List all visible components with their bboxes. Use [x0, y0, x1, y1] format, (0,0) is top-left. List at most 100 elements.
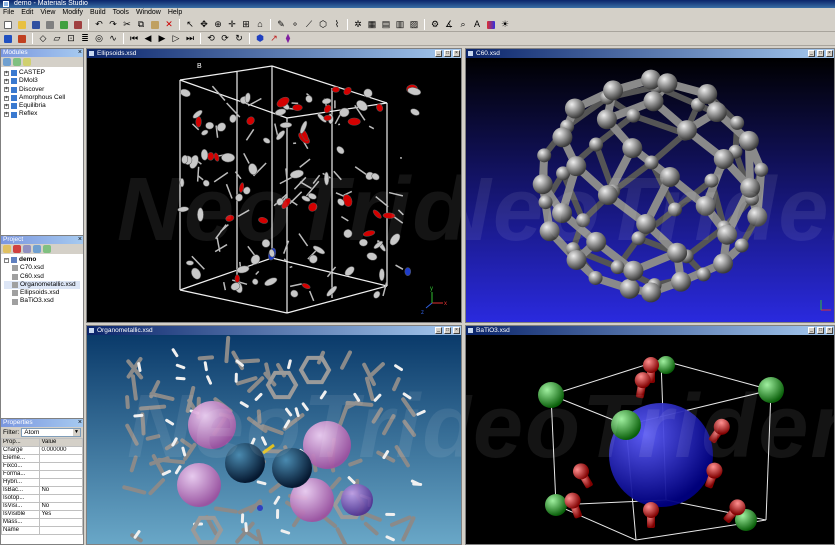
play-icon[interactable]: ▶: [156, 33, 168, 44]
rotate-z-icon[interactable]: ↻: [233, 33, 245, 44]
column-header[interactable]: Value: [39, 438, 83, 447]
help-icon[interactable]: [23, 58, 31, 66]
chart-icon[interactable]: ▨: [408, 19, 420, 30]
reset-view-icon[interactable]: ⌂: [254, 19, 266, 30]
menu-help[interactable]: Help: [168, 8, 182, 18]
project-root[interactable]: − demo: [4, 256, 80, 264]
paste-icon[interactable]: [149, 19, 161, 30]
property-value[interactable]: [39, 470, 83, 479]
minimize-icon[interactable]: _: [808, 50, 815, 57]
menu-file[interactable]: File: [3, 8, 14, 18]
close-icon[interactable]: ×: [78, 236, 82, 244]
translate-icon[interactable]: ✛: [226, 19, 238, 30]
minimize-icon[interactable]: _: [435, 50, 442, 57]
property-row[interactable]: IsVisi... No: [0, 502, 83, 511]
property-row[interactable]: Eleme...: [0, 454, 83, 463]
property-row[interactable]: Name: [0, 526, 83, 535]
delete-icon[interactable]: [13, 245, 21, 253]
property-row[interactable]: IsBac... No: [0, 486, 83, 495]
save-icon[interactable]: [30, 19, 42, 30]
plane-icon[interactable]: ⧫: [282, 33, 294, 44]
zoom-icon[interactable]: ⊕: [212, 19, 224, 30]
copy-icon[interactable]: [23, 245, 31, 253]
rotate-x-icon[interactable]: ⟲: [205, 33, 217, 44]
c60-viewport[interactable]: [466, 58, 835, 323]
build-polymer-icon[interactable]: ∿: [107, 33, 119, 44]
collapse-icon[interactable]: −: [4, 257, 9, 263]
calculate-icon[interactable]: ⚙: [429, 19, 441, 30]
column-header[interactable]: Prop...: [0, 438, 41, 447]
refresh-icon[interactable]: [3, 58, 11, 66]
project-file-ellipsoids[interactable]: Ellipsoids.xsd: [4, 289, 80, 297]
property-value[interactable]: [39, 454, 83, 463]
maximize-icon[interactable]: □: [444, 327, 451, 334]
module-item-castep[interactable]: + CASTEP: [4, 69, 80, 77]
property-value[interactable]: Yes: [39, 510, 83, 519]
next-frame-icon[interactable]: ▷: [170, 33, 182, 44]
properties-icon[interactable]: [43, 245, 51, 253]
redo-icon[interactable]: ↷: [107, 19, 119, 30]
build-layer-icon[interactable]: ≣: [79, 33, 91, 44]
ellipsoids-viewport[interactable]: Bx y z: [87, 58, 462, 323]
properties-icon[interactable]: [13, 58, 21, 66]
atom-icon[interactable]: ⚬: [289, 19, 301, 30]
minimize-icon[interactable]: _: [808, 327, 815, 334]
batio3-viewport[interactable]: [466, 335, 835, 545]
layout-icon[interactable]: ▤: [380, 19, 392, 30]
first-frame-icon[interactable]: ⏮: [128, 33, 140, 44]
fit-icon[interactable]: ⊞: [240, 19, 252, 30]
cut-icon[interactable]: ✂: [121, 19, 133, 30]
batio3-window[interactable]: BaTiO3.xsd _ □ × NeoTrident: [465, 325, 835, 545]
vector-icon[interactable]: ↗: [268, 33, 280, 44]
project-file-c60[interactable]: C60.xsd: [4, 273, 80, 281]
close-icon[interactable]: ×: [78, 419, 82, 427]
undo-icon[interactable]: ↶: [93, 19, 105, 30]
module-item-dmol3[interactable]: + DMol3: [4, 77, 80, 85]
copy-icon[interactable]: ⧉: [135, 19, 147, 30]
property-value[interactable]: [39, 518, 83, 527]
expand-icon[interactable]: +: [4, 78, 9, 84]
prev-frame-icon[interactable]: ◀: [142, 33, 154, 44]
menu-modify[interactable]: Modify: [62, 8, 83, 18]
menu-view[interactable]: View: [40, 8, 55, 18]
build-crystal-icon[interactable]: ◇: [37, 33, 49, 44]
lighting-icon[interactable]: ☀: [499, 19, 511, 30]
refresh-icon[interactable]: [33, 245, 41, 253]
module-castep-icon[interactable]: [2, 33, 14, 44]
module-item-discover[interactable]: + Discover: [4, 86, 80, 94]
maximize-icon[interactable]: □: [817, 50, 824, 57]
open-icon[interactable]: [16, 19, 28, 30]
build-supercell-icon[interactable]: ⊡: [65, 33, 77, 44]
property-row[interactable]: Fixco...: [0, 462, 83, 471]
search-icon[interactable]: ⌕: [457, 19, 469, 30]
property-value[interactable]: [39, 462, 83, 471]
module-item-amorphous-cell[interactable]: + Amorphous Cell: [4, 94, 80, 102]
filter-select[interactable]: Atom ▼: [21, 428, 81, 437]
property-value[interactable]: [39, 494, 83, 503]
menu-edit[interactable]: Edit: [21, 8, 33, 18]
module-dmol-icon[interactable]: [16, 33, 28, 44]
close-icon[interactable]: ×: [78, 49, 82, 57]
expand-icon[interactable]: +: [4, 103, 9, 109]
print-icon[interactable]: [44, 19, 56, 30]
sketch-icon[interactable]: ✎: [275, 19, 287, 30]
bond-icon[interactable]: ⟋: [303, 19, 315, 30]
module-item-equilibria[interactable]: + Equilibria: [4, 102, 80, 110]
c60-window[interactable]: C60.xsd _ □ × NeoTrident: [465, 48, 835, 323]
table-icon[interactable]: ▥: [394, 19, 406, 30]
rotate-y-icon[interactable]: ⟳: [219, 33, 231, 44]
delete-icon[interactable]: ✕: [163, 19, 175, 30]
organometallic-window[interactable]: Organometallic.xsd _ □ × NeoTrident: [86, 325, 462, 545]
project-file-batio3[interactable]: BaTiO3.xsd: [4, 297, 80, 305]
expand-icon[interactable]: +: [4, 95, 9, 101]
property-value[interactable]: [39, 526, 83, 535]
build-surface-icon[interactable]: ▱: [51, 33, 63, 44]
close-icon[interactable]: ×: [826, 50, 833, 57]
expand-icon[interactable]: +: [4, 112, 9, 118]
maximize-icon[interactable]: □: [444, 50, 451, 57]
label-icon[interactable]: A: [471, 19, 483, 30]
property-value[interactable]: 0.000000: [39, 446, 83, 455]
menu-tools[interactable]: Tools: [113, 8, 129, 18]
rotate-icon[interactable]: ✥: [198, 19, 210, 30]
organometallic-viewport[interactable]: [87, 335, 462, 545]
